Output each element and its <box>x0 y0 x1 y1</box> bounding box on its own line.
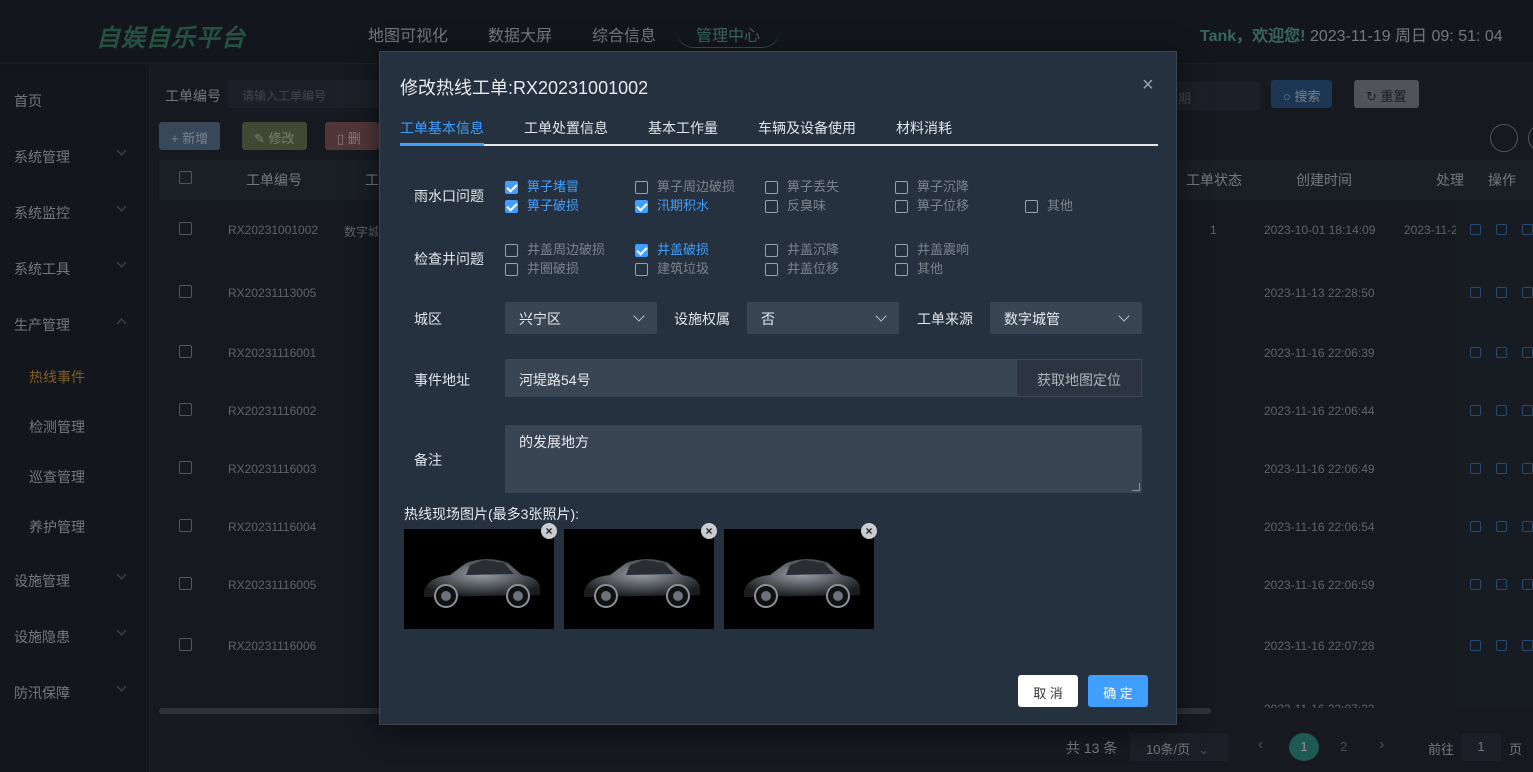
chevron-down-icon <box>875 310 887 322</box>
photos-label: 热线现场图片(最多3张照片): <box>404 506 579 522</box>
tab-disposal-info[interactable]: 工单处置信息 <box>524 118 608 138</box>
checkbox-label: 汛期积水 <box>657 198 710 213</box>
checkbox-icon <box>765 263 778 277</box>
car-image <box>724 529 874 629</box>
checkbox-label: 建筑垃圾 <box>657 261 710 276</box>
checkbox-option[interactable]: 箅子周边破损 <box>635 176 735 195</box>
remove-photo-icon[interactable]: × <box>861 523 877 539</box>
tab-workload[interactable]: 基本工作量 <box>648 118 718 138</box>
rain-inlet-label: 雨水口问题 <box>414 188 484 204</box>
car-image <box>404 529 554 629</box>
checkbox-label: 井盖周边破损 <box>527 242 606 257</box>
confirm-button[interactable]: 确 定 <box>1088 675 1148 707</box>
checkbox-option[interactable]: 箅子堵冒 <box>505 176 579 195</box>
edit-hotline-dialog: 修改热线工单:RX20231001002 × 工单基本信息 工单处置信息 基本工… <box>379 51 1177 725</box>
checkbox-label: 井盖位移 <box>787 261 840 276</box>
checkbox-label: 井盖破损 <box>657 242 710 257</box>
checkbox-label: 井盖沉降 <box>787 242 840 257</box>
manhole-label: 检查井问题 <box>414 251 484 267</box>
remark-label: 备注 <box>414 452 442 468</box>
checkbox-icon <box>505 263 518 277</box>
address-input[interactable]: 河堤路54号 <box>505 359 1017 397</box>
checkbox-option[interactable]: 井盖沉降 <box>765 239 839 258</box>
remark-textarea[interactable]: 的发展地方 <box>505 425 1142 493</box>
checkbox-option[interactable]: 井盖破损 <box>635 239 709 258</box>
checkbox-label: 箅子堵冒 <box>527 179 580 194</box>
checkbox-option[interactable]: 其他 <box>895 258 943 277</box>
checkbox-option[interactable]: 井盖位移 <box>765 258 839 277</box>
resize-handle-icon[interactable] <box>1132 483 1140 491</box>
photo-thumbnail[interactable] <box>564 529 714 629</box>
source-value: 数字城管 <box>1004 311 1060 327</box>
checkbox-label: 井盖震响 <box>917 242 970 257</box>
checkbox-option[interactable]: 其他 <box>1025 195 1073 214</box>
photo-thumbnail[interactable] <box>404 529 554 629</box>
tab-basic-info[interactable]: 工单基本信息 <box>400 118 484 138</box>
checkbox-icon <box>765 244 778 258</box>
checkbox-option[interactable]: 井盖震响 <box>895 239 969 258</box>
tab-vehicles[interactable]: 车辆及设备使用 <box>758 118 856 138</box>
checkbox-option[interactable]: 反臭味 <box>765 195 826 214</box>
source-label: 工单来源 <box>917 311 973 327</box>
dialog-title: 修改热线工单:RX20231001002 <box>400 78 649 98</box>
tab-active-indicator <box>400 143 484 146</box>
ownership-value: 否 <box>761 311 775 327</box>
district-label: 城区 <box>414 311 442 327</box>
checkbox-checked-icon <box>635 244 648 258</box>
tab-materials[interactable]: 材料消耗 <box>896 118 952 138</box>
checkbox-icon <box>895 200 908 214</box>
checkbox-icon <box>635 181 648 195</box>
checkbox-label: 其他 <box>1047 198 1074 213</box>
cancel-button[interactable]: 取 消 <box>1018 675 1078 707</box>
checkbox-label: 箅子沉降 <box>917 179 970 194</box>
checkbox-checked-icon <box>505 200 518 214</box>
district-select[interactable]: 兴宁区 <box>505 302 657 334</box>
ownership-label: 设施权属 <box>674 311 730 327</box>
photo-thumbnail[interactable] <box>724 529 874 629</box>
checkbox-option[interactable]: 汛期积水 <box>635 195 709 214</box>
checkbox-label: 箅子周边破损 <box>657 179 736 194</box>
checkbox-icon <box>505 244 518 258</box>
checkbox-option[interactable]: 建筑垃圾 <box>635 258 709 277</box>
car-image <box>564 529 714 629</box>
checkbox-icon <box>635 263 648 277</box>
address-label: 事件地址 <box>414 372 470 388</box>
checkbox-label: 箅子位移 <box>917 198 970 213</box>
checkbox-option[interactable]: 箅子位移 <box>895 195 969 214</box>
checkbox-icon <box>895 244 908 258</box>
checkbox-option[interactable]: 箅子破损 <box>505 195 579 214</box>
close-icon[interactable]: × <box>1142 74 1154 97</box>
checkbox-label: 井圈破损 <box>527 261 580 276</box>
checkbox-label: 箅子破损 <box>527 198 580 213</box>
remove-photo-icon[interactable]: × <box>541 523 557 539</box>
checkbox-icon <box>765 181 778 195</box>
chevron-down-icon <box>1118 310 1130 322</box>
district-value: 兴宁区 <box>519 311 561 327</box>
checkbox-label: 其他 <box>917 261 944 276</box>
checkbox-option[interactable]: 箅子沉降 <box>895 176 969 195</box>
chevron-down-icon <box>633 310 645 322</box>
ownership-select[interactable]: 否 <box>747 302 899 334</box>
checkbox-label: 箅子丢失 <box>787 179 840 194</box>
checkbox-option[interactable]: 井圈破损 <box>505 258 579 277</box>
checkbox-icon <box>1025 200 1038 214</box>
checkbox-option[interactable]: 井盖周边破损 <box>505 239 605 258</box>
checkbox-label: 反臭味 <box>787 198 827 213</box>
remove-photo-icon[interactable]: × <box>701 523 717 539</box>
checkbox-checked-icon <box>635 200 648 214</box>
tab-divider <box>400 144 1158 146</box>
checkbox-icon <box>895 181 908 195</box>
source-select[interactable]: 数字城管 <box>990 302 1142 334</box>
checkbox-icon <box>765 200 778 214</box>
checkbox-checked-icon <box>505 181 518 195</box>
checkbox-option[interactable]: 箅子丢失 <box>765 176 839 195</box>
checkbox-icon <box>895 263 908 277</box>
get-map-location-button[interactable]: 获取地图定位 <box>1016 359 1142 397</box>
